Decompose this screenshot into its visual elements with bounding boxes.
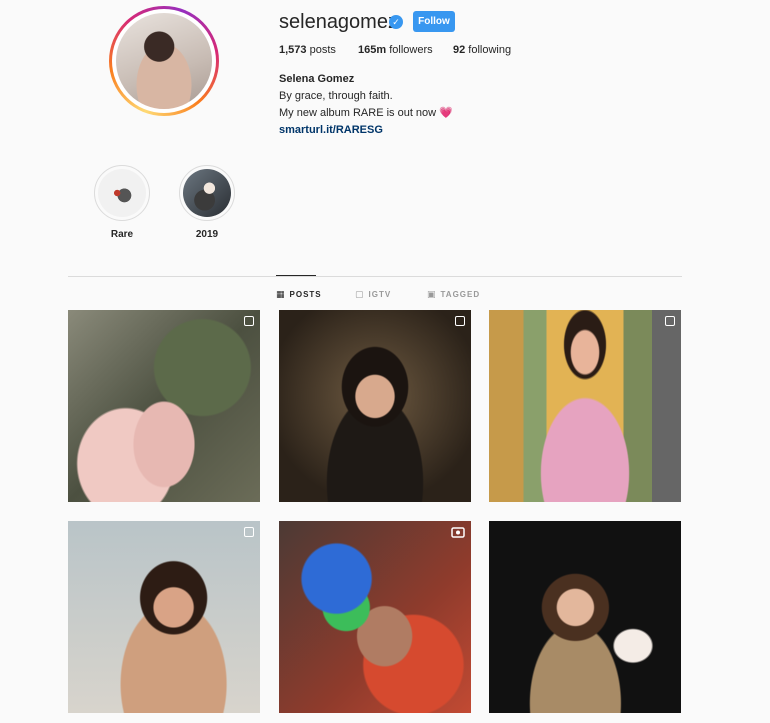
carousel-icon: [665, 316, 675, 326]
avatar-frame: [112, 9, 216, 113]
verified-badge-icon: ✓: [389, 15, 403, 29]
highlight-label: Rare: [110, 229, 134, 240]
highlight-2019[interactable]: 2019: [177, 165, 237, 240]
tab-tagged[interactable]: ▣ TAGGED: [427, 289, 480, 300]
tab-igtv[interactable]: ▢ IGTV: [355, 289, 391, 300]
post-thumbnail[interactable]: [489, 521, 681, 713]
tabs-divider: [68, 276, 682, 277]
followers-label: followers: [386, 44, 433, 56]
bio-line-2: My new album RARE is out now 💗: [279, 105, 453, 122]
stat-posts: 1,573 posts: [279, 44, 336, 56]
bio-line-1: By grace, through faith.: [279, 90, 393, 102]
carousel-icon: [244, 316, 254, 326]
follow-button[interactable]: Follow: [413, 11, 455, 32]
highlight-ring: [179, 165, 235, 221]
highlight-rare[interactable]: Rare: [92, 165, 152, 240]
stat-following[interactable]: 92 following: [453, 44, 511, 56]
post-thumbnail[interactable]: [279, 521, 471, 713]
stat-followers[interactable]: 165m followers: [358, 44, 433, 56]
following-count: 92: [453, 44, 466, 56]
profile-full-name: Selena Gomez: [279, 73, 355, 85]
bio-line-2-text: My new album RARE is out now: [279, 107, 437, 119]
highlight-cover: [98, 169, 146, 217]
tab-posts[interactable]: ▦ POSTS: [276, 289, 322, 300]
tab-posts-label: POSTS: [289, 290, 322, 299]
video-icon: [451, 527, 465, 538]
profile-link[interactable]: smarturl.it/RARESG: [279, 122, 453, 139]
highlight-label: 2019: [195, 229, 219, 240]
followers-count: 165m: [358, 44, 387, 56]
highlight-ring: [94, 165, 150, 221]
profile-username: selenagomez: [279, 11, 398, 33]
posts-label: posts: [306, 44, 336, 56]
tag-icon: ▣: [427, 289, 437, 299]
post-thumbnail[interactable]: [489, 310, 681, 502]
active-tab-indicator: [276, 275, 316, 276]
profile-avatar[interactable]: [109, 6, 219, 116]
post-thumbnail[interactable]: [68, 521, 260, 713]
carousel-icon: [244, 527, 254, 537]
tab-tagged-label: TAGGED: [440, 290, 481, 299]
heart-emoji-icon: 💗: [439, 107, 453, 119]
post-thumbnail[interactable]: [68, 310, 260, 502]
following-label: following: [465, 44, 512, 56]
highlight-cover: [183, 169, 231, 217]
post-thumbnail[interactable]: [279, 310, 471, 502]
tv-icon: ▢: [355, 289, 365, 299]
tab-igtv-label: IGTV: [368, 290, 392, 299]
grid-icon: ▦: [276, 289, 286, 299]
avatar-photo: [116, 13, 212, 109]
posts-count: 1,573: [279, 44, 307, 56]
carousel-icon: [455, 316, 465, 326]
profile-bio: Selena Gomez By grace, through faith. My…: [279, 71, 453, 139]
